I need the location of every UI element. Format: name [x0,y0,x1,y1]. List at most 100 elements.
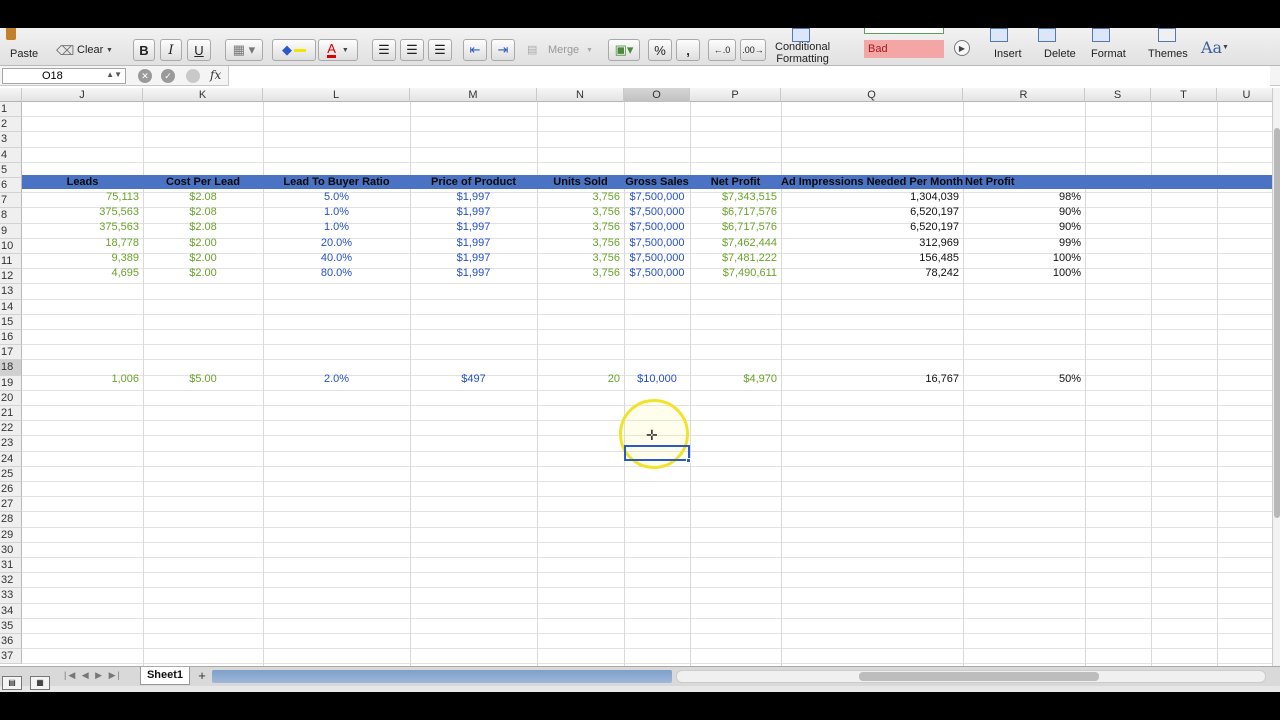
themes-button[interactable]: Themes [1148,48,1188,60]
cell-leads-row17[interactable]: 1,006 [22,372,143,387]
cell-pct-row5[interactable]: 98% [963,190,1085,205]
paste-button[interactable]: Paste [10,48,38,60]
row-header-4[interactable]: 4 [0,147,22,163]
formula-input[interactable] [228,66,1270,86]
cell-impr-row9[interactable]: 156,485 [781,251,963,266]
spreadsheet-grid[interactable]: J K L M N O P Q R S T U 1 2 3 4 5 6 7 8 9 10 11 12 1… [0,88,1272,672]
row-header-36[interactable]: 36 [0,634,22,650]
row-header-28[interactable]: 28 [0,512,22,528]
cell-gross-row9[interactable]: $7,500,000 [624,251,690,266]
confirm-entry-icon[interactable]: ✓ [161,69,175,83]
increase-indent-button[interactable]: ⇥ [491,39,515,61]
row-header-33[interactable]: 33 [0,588,22,604]
horizontal-scroll-thumb[interactable] [859,672,1099,681]
page-layout-view-button[interactable]: ▦ [30,676,50,690]
row-header-14[interactable]: 14 [0,299,22,315]
theme-fonts-button[interactable]: Aa [1201,38,1222,57]
cell-impr-row10[interactable]: 78,242 [781,266,963,281]
vertical-scrollbar[interactable] [1272,88,1280,672]
column-header-m[interactable]: M [410,88,537,102]
header-leads[interactable]: Leads [22,175,143,190]
row-header-37[interactable]: 37 [0,649,22,665]
row-header-35[interactable]: 35 [0,618,22,634]
comma-style-button[interactable]: , [676,39,700,61]
cell-ratio-row17[interactable]: 2.0% [263,372,410,387]
cell-ratio-row6[interactable]: 1.0% [263,205,410,220]
italic-button[interactable]: I [160,39,182,61]
header-cost-per-lead[interactable]: Cost Per Lead [143,175,263,190]
row-header-27[interactable]: 27 [0,497,22,513]
insert-function-button[interactable]: fx [210,68,221,82]
row-header-30[interactable]: 30 [0,542,22,558]
cell-price-row9[interactable]: $1,997 [410,251,537,266]
style-bad-swatch[interactable]: Bad [864,40,944,58]
row-header-32[interactable]: 32 [0,573,22,589]
cell-cpl-row8[interactable]: $2.00 [143,236,263,251]
cell-pct-row8[interactable]: 99% [963,236,1085,251]
row-header-18[interactable]: 18 [0,360,22,376]
header-net-profit-percent[interactable]: Net Profit [965,175,1045,190]
row-header-25[interactable]: 25 [0,466,22,482]
row-header-12[interactable]: 12 [0,269,22,285]
cell-units-row8[interactable]: 3,756 [537,236,624,251]
row-header-9[interactable]: 9 [0,223,22,239]
cell-leads-row10[interactable]: 4,695 [22,266,143,281]
insert-button[interactable]: Insert [994,48,1022,60]
row-header-22[interactable]: 22 [0,421,22,437]
increase-decimal-button[interactable]: ←.0 [708,39,736,61]
cell-gross-row7[interactable]: $7,500,000 [624,220,690,235]
cell-cpl-row9[interactable]: $2.00 [143,251,263,266]
header-ad-impressions[interactable]: Ad Impressions Needed Per Month [781,175,963,190]
cell-gross-row6[interactable]: $7,500,000 [624,205,690,220]
conditional-formatting-button[interactable]: Conditional Formatting [775,41,830,65]
column-header-q[interactable]: Q [781,88,963,102]
percent-button[interactable]: % [648,39,672,61]
header-units-sold[interactable]: Units Sold [537,175,624,190]
row-header-15[interactable]: 15 [0,314,22,330]
cell-leads-row7[interactable]: 375,563 [22,220,143,235]
cell-units-row9[interactable]: 3,756 [537,251,624,266]
cell-ratio-row5[interactable]: 5.0% [263,190,410,205]
clear-button[interactable]: Clear [77,44,103,56]
cell-net-row8[interactable]: $7,462,444 [690,236,781,251]
column-header-l[interactable]: L [263,88,410,102]
underline-button[interactable]: U [187,39,211,61]
delete-icon[interactable] [1038,28,1056,42]
cell-units-row7[interactable]: 3,756 [537,220,624,235]
format-button[interactable]: Format [1091,48,1126,60]
name-box-stepper-icon[interactable]: ▲▼ [106,70,122,79]
paste-icon[interactable] [6,28,16,40]
cell-net-row6[interactable]: $6,717,576 [690,205,781,220]
cell-units-row5[interactable]: 3,756 [537,190,624,205]
cell-net-row10[interactable]: $7,490,611 [690,266,781,281]
row-header-17[interactable]: 17 [0,345,22,361]
row-header-26[interactable]: 26 [0,482,22,498]
header-net-profit[interactable]: Net Profit [690,175,781,190]
cell-net-row17[interactable]: $4,970 [690,372,781,387]
cell-gross-row5[interactable]: $7,500,000 [624,190,690,205]
row-header-19[interactable]: 19 [0,375,22,391]
cell-leads-row8[interactable]: 18,778 [22,236,143,251]
borders-button[interactable]: ▦ ▾ [225,39,263,61]
cell-gross-row8[interactable]: $7,500,000 [624,236,690,251]
cell-price-row7[interactable]: $1,997 [410,220,537,235]
cell-ratio-row9[interactable]: 40.0% [263,251,410,266]
row-header-7[interactable]: 7 [0,193,22,209]
row-header-34[interactable]: 34 [0,603,22,619]
row-header-1[interactable]: 1 [0,102,22,118]
fill-handle[interactable] [686,458,691,463]
format-icon[interactable] [1092,28,1110,42]
theme-fonts-dropdown-icon[interactable]: ▼ [1222,44,1229,51]
cell-pct-row10[interactable]: 100% [963,266,1085,281]
cell-net-row9[interactable]: $7,481,222 [690,251,781,266]
cell-pct-row9[interactable]: 100% [963,251,1085,266]
row-header-16[interactable]: 16 [0,330,22,346]
align-right-button[interactable]: ☰ [428,39,452,61]
header-gross-sales[interactable]: Gross Sales [624,175,690,190]
row-header-13[interactable]: 13 [0,284,22,300]
cell-impr-row17[interactable]: 16,767 [781,372,963,387]
name-box[interactable]: O18 ▲▼ [2,68,126,84]
cell-impr-row5[interactable]: 1,304,039 [781,190,963,205]
fill-color-button[interactable]: ◆ [272,39,316,61]
clear-dropdown-icon[interactable]: ▼ [106,47,113,54]
